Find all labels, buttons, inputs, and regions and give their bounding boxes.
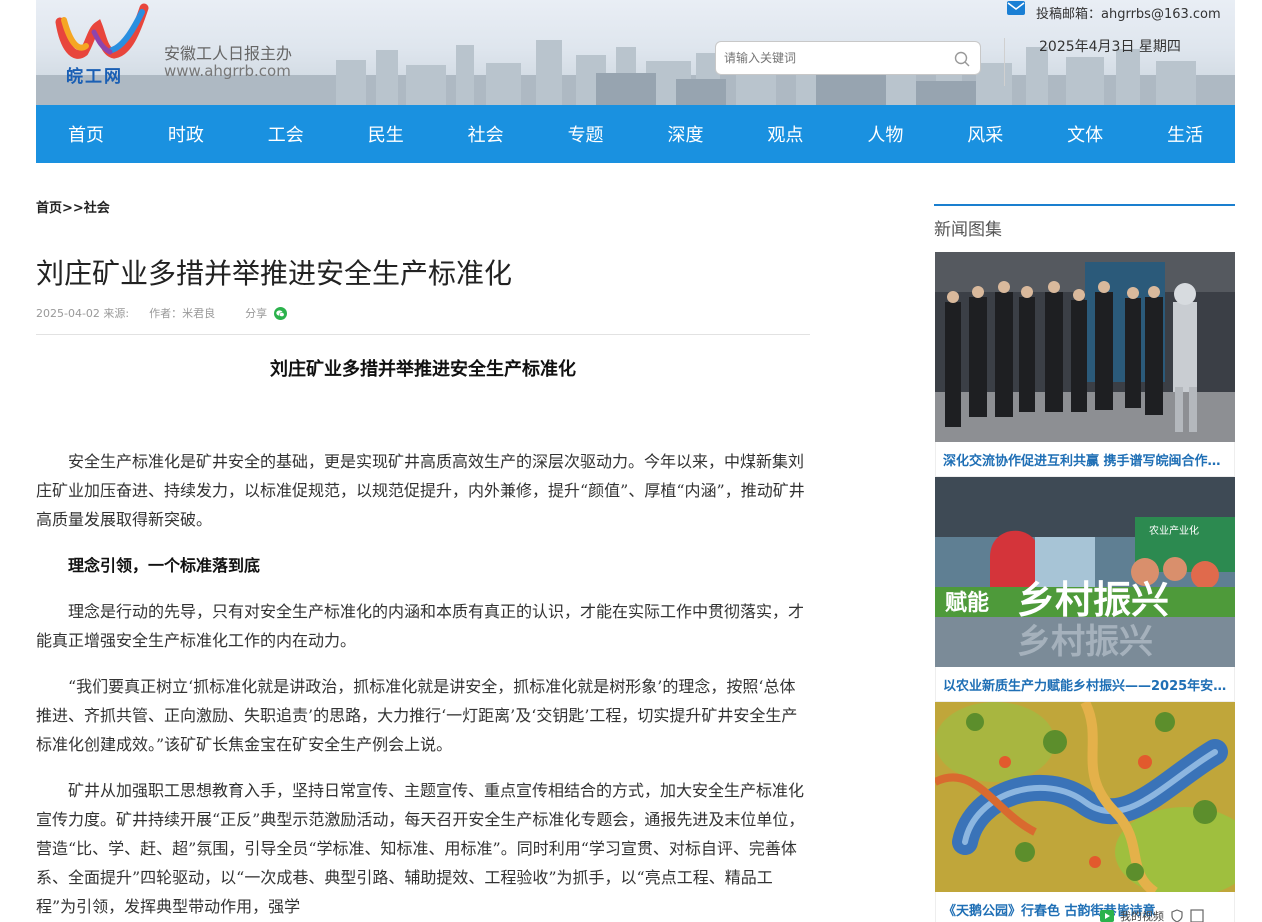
article-paragraph: “我们要真正树立‘抓标准化就是讲政治，抓标准化就是讲安全，抓标准化就是树形象’的…	[36, 677, 798, 754]
article-paragraph: 安全生产标准化是矿井安全的基础，更是实现矿井高质高效生产的深层次驱动力。今年以来…	[36, 452, 805, 529]
submission-email: 投稿邮箱：ahgrrbs@163.com	[1036, 7, 1221, 22]
main-nav: 首页 时政 工会 民生 社会 专题 深度 观点 人物 风采 文体 生活	[36, 105, 1235, 163]
nav-item-special[interactable]: 专题	[536, 105, 636, 163]
nav-item-opinion[interactable]: 观点	[735, 105, 835, 163]
current-date: 2025年4月3日 星期四	[1039, 39, 1181, 55]
header-divider	[1004, 38, 1005, 86]
sidebar-top-line	[934, 204, 1235, 206]
nav-item-union[interactable]: 工会	[236, 105, 336, 163]
fullscreen-icon[interactable]	[1190, 909, 1204, 922]
nav-item-society[interactable]: 社会	[436, 105, 536, 163]
play-icon[interactable]	[1100, 910, 1114, 922]
search-box[interactable]	[715, 41, 981, 75]
gallery-image-1[interactable]	[935, 252, 1235, 442]
gallery-image-2[interactable]: 农业产业化 赋能 乡村振兴 乡村振兴	[935, 477, 1235, 667]
banner-reflection: 乡村振兴	[1017, 622, 1153, 662]
article-paragraph: 理念是行动的先导，只有对安全生产标准化的内涵和本质有真正的认识，才能在实际工作中…	[36, 602, 805, 650]
nav-item-style[interactable]: 风采	[935, 105, 1035, 163]
article-body: 安全生产标准化是矿井安全的基础，更是实现矿井高质高效生产的深层次驱动力。今年以来…	[36, 447, 810, 922]
nav-item-livelihood[interactable]: 民生	[336, 105, 436, 163]
gallery-caption-1[interactable]: 深化交流协作促进互利共赢 携手谱写皖闽合作新篇章	[935, 442, 1235, 477]
nav-item-life[interactable]: 生活	[1135, 105, 1235, 163]
banner-words: 乡村振兴	[1017, 578, 1169, 622]
shield-icon[interactable]	[1170, 909, 1184, 922]
logo-text: 皖工网	[66, 67, 123, 87]
sidebar-title: 新闻图集	[934, 220, 1002, 240]
search-icon[interactable]	[954, 51, 970, 67]
gallery-caption-2[interactable]: 以农业新质生产力赋能乡村振兴——2025年安徽省农业产业化交易会	[935, 667, 1235, 702]
search-input[interactable]	[724, 48, 944, 68]
nav-item-people[interactable]: 人物	[835, 105, 935, 163]
article-meta: 2025-04-02 来源: 作者：米君良 分享	[36, 305, 288, 321]
booth-text: 农业产业化	[1149, 524, 1199, 537]
article-title: 刘庄矿业多措并举推进安全生产标准化	[36, 257, 513, 290]
section-heading: 理念引领，一个标准落到底	[68, 556, 261, 575]
nav-item-home[interactable]: 首页	[36, 105, 136, 163]
my-video-link[interactable]: 我的视频	[1120, 908, 1164, 922]
banner-prefix: 赋能	[945, 590, 989, 616]
nav-item-depth[interactable]: 深度	[636, 105, 736, 163]
breadcrumb[interactable]: 首页>>社会	[36, 197, 110, 216]
site-url: www.ahgrrb.com	[164, 62, 291, 80]
floating-toolbar: 我的视频	[1100, 908, 1204, 922]
gallery-image-3[interactable]	[935, 702, 1235, 892]
article-date-source: 2025-04-02 来源:	[36, 307, 130, 320]
share-label[interactable]: 分享	[245, 305, 267, 321]
article-paragraph: 矿井从加强职工思想教育入手，坚持日常宣传、主题宣传、重点宣传相结合的方式，加大安…	[36, 781, 805, 916]
nav-item-culture-sports[interactable]: 文体	[1035, 105, 1135, 163]
article-divider	[36, 334, 810, 335]
sponsor-text: 安徽工人日报主办	[164, 44, 293, 63]
site-header: 皖工网 安徽工人日报主办 www.ahgrrb.com 投稿邮箱：ahgrrbs…	[36, 0, 1235, 105]
article-subtitle: 刘庄矿业多措并举推进安全生产标准化	[270, 359, 576, 380]
wechat-share-icon[interactable]	[274, 306, 288, 320]
mail-icon	[1007, 1, 1025, 15]
article-author: 作者：米君良	[149, 307, 216, 320]
nav-item-politics[interactable]: 时政	[136, 105, 236, 163]
